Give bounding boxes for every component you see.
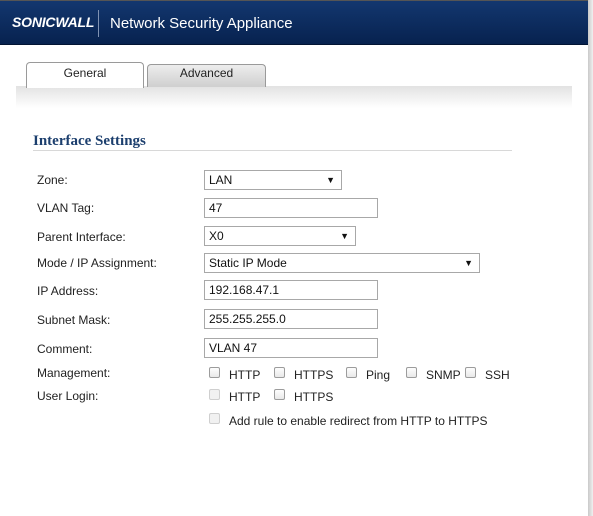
management-ssh-label: SSH [485,368,510,382]
caret-down-icon: ▼ [340,231,349,241]
zone-label: Zone: [37,173,68,187]
management-ping-label: Ping [366,368,391,382]
vlan-tag-input[interactable]: 47 [204,198,378,218]
parent-interface-value: X0 [209,229,224,243]
section-divider [33,150,512,151]
parent-interface-label: Parent Interface: [37,230,126,244]
comment-input[interactable]: VLAN 47 [204,338,378,358]
subnet-mask-input[interactable]: 255.255.255.0 [204,309,378,329]
management-ssh-checkbox[interactable] [465,367,476,378]
ip-address-label: IP Address: [37,284,99,298]
app-title: Network Security Appliance [110,15,293,32]
tab-general[interactable]: General [26,62,144,88]
caret-down-icon: ▼ [464,258,473,268]
management-https-checkbox[interactable] [274,367,285,378]
mode-select[interactable]: Static IP Mode ▼ [204,253,480,273]
management-snmp-checkbox[interactable] [406,367,417,378]
parent-interface-select[interactable]: X0 ▼ [204,226,356,246]
vlan-tag-label: VLAN Tag: [37,201,95,215]
management-http-label: HTTP [229,368,261,382]
user-login-http-checkbox[interactable] [209,389,220,400]
user-login-https-label: HTTPS [294,390,334,404]
app-header: SONICWALL Network Security Appliance [0,1,588,45]
redirect-checkbox[interactable] [209,413,220,424]
comment-label: Comment: [37,342,93,356]
tab-strip [16,86,572,108]
management-snmp-label: SNMP [426,368,461,382]
caret-down-icon: ▼ [326,175,335,185]
redirect-label: Add rule to enable redirect from HTTP to… [229,414,488,428]
section-title: Interface Settings [33,133,146,149]
header-divider [98,10,99,37]
management-label: Management: [37,366,111,380]
mode-label: Mode / IP Assignment: [37,256,157,270]
window-right-edge [588,0,593,516]
tab-advanced[interactable]: Advanced [147,64,266,87]
user-login-https-checkbox[interactable] [274,389,285,400]
mode-value: Static IP Mode [209,256,287,270]
user-login-label: User Login: [37,389,99,403]
subnet-mask-label: Subnet Mask: [37,313,111,327]
zone-value: LAN [209,173,233,187]
management-https-label: HTTPS [294,368,334,382]
management-http-checkbox[interactable] [209,367,220,378]
sonicwall-logo: SONICWALL [12,14,95,30]
user-login-http-label: HTTP [229,390,261,404]
zone-select[interactable]: LAN ▼ [204,170,342,190]
management-ping-checkbox[interactable] [346,367,357,378]
ip-address-input[interactable]: 192.168.47.1 [204,280,378,300]
